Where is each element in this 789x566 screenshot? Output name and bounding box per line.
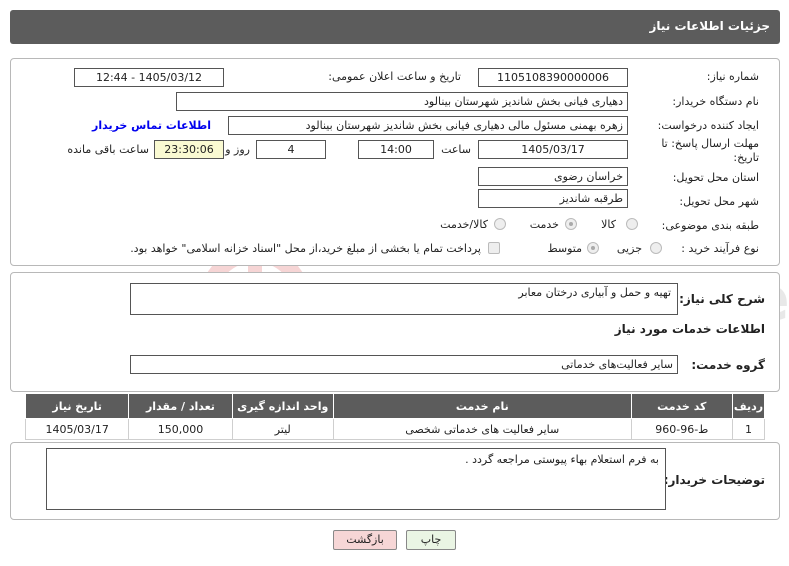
back-button[interactable]: بازگشت	[333, 530, 397, 550]
remaining-label: ساعت باقی مانده	[67, 143, 149, 156]
page-title: جزئیات اطلاعات نیاز	[649, 19, 770, 33]
col-header-quantity: تعداد / مقدار	[128, 393, 233, 419]
category-label: طبقه بندی موضوعی:	[661, 219, 759, 232]
col-header-row-number: ردیف	[731, 393, 766, 419]
days-remaining-field[interactable]: 4	[256, 140, 326, 159]
deadline-time-label: ساعت	[441, 143, 471, 156]
category-option-goods-service: کالا/خدمت	[440, 218, 488, 231]
deadline-label: مهلت ارسال پاسخ: تا تاریخ:	[661, 137, 759, 164]
buyer-notes-textarea[interactable]: به فرم استعلام بهاء پیوستی مراجعه گردد .	[46, 448, 666, 510]
cell-unit: لیتر	[231, 418, 334, 440]
process-option-medium: متوسط	[547, 242, 582, 255]
category-option-goods: کالا	[601, 218, 616, 231]
summary-label: شرح کلی نیاز:	[679, 292, 765, 306]
process-radio-medium[interactable]	[587, 242, 599, 254]
deadline-time-field[interactable]: 14:00	[358, 140, 434, 159]
services-table: ردیف کد خدمت نام خدمت واحد اندازه گیری ت…	[24, 393, 766, 440]
service-group-label: گروه خدمت:	[691, 358, 765, 372]
province-field[interactable]: خراسان رضوی	[478, 167, 628, 186]
category-radio-goods[interactable]	[626, 218, 638, 230]
need-number-label: شماره نیاز:	[706, 70, 759, 83]
creator-label: ایجاد کننده درخواست:	[657, 119, 759, 132]
need-number-field[interactable]: 1105108390000006	[478, 68, 628, 87]
process-radio-minor[interactable]	[650, 242, 662, 254]
page-header: جزئیات اطلاعات نیاز	[10, 10, 780, 44]
province-label: استان محل تحویل:	[672, 171, 759, 184]
col-header-unit: واحد اندازه گیری	[231, 393, 334, 419]
table-row[interactable]: 1 ط-96-960 سایر فعالیت های خدماتی شخصی ل…	[24, 418, 766, 440]
process-label: نوع فرآیند خرید :	[681, 242, 759, 255]
services-table-header: ردیف کد خدمت نام خدمت واحد اندازه گیری ت…	[24, 393, 766, 419]
category-radio-goods-service[interactable]	[494, 218, 506, 230]
col-header-need-date: تاریخ نیاز	[24, 393, 130, 419]
remaining-time-field[interactable]: 23:30:06	[154, 140, 224, 159]
print-button[interactable]: چاپ	[406, 530, 456, 550]
cell-service-name: سایر فعالیت های خدماتی شخصی	[332, 418, 632, 440]
services-section-title: اطلاعات خدمات مورد نیاز	[614, 322, 765, 336]
treasury-payment-checkbox[interactable]	[488, 242, 500, 254]
category-radio-service[interactable]	[565, 218, 577, 230]
treasury-payment-note: پرداخت تمام یا بخشی از مبلغ خرید،از محل …	[130, 242, 481, 255]
days-label: روز و	[225, 143, 250, 156]
process-option-minor: جزیی	[616, 242, 642, 255]
buyer-notes-label: توضیحات خریدار:	[663, 473, 765, 487]
city-field[interactable]: طرقبه شاندیز	[478, 189, 628, 208]
announce-label: تاریخ و ساعت اعلان عمومی:	[328, 70, 461, 83]
buyer-org-label: نام دستگاه خریدار:	[672, 95, 759, 108]
cell-row-number: 1	[731, 418, 766, 440]
creator-field[interactable]: زهره بهمنی مسئول مالی دهیاری فیانی بخش ش…	[228, 116, 628, 135]
service-group-field[interactable]: سایر فعالیت‌های خدماتی	[130, 355, 678, 374]
city-label: شهر محل تحویل:	[679, 195, 759, 208]
cell-quantity: 150,000	[128, 418, 233, 440]
category-option-service: خدمت	[529, 218, 559, 231]
summary-textarea[interactable]: تهیه و حمل و آبیاری درختان معابر	[130, 283, 678, 315]
cell-need-date: 1405/03/17	[24, 418, 130, 440]
contact-buyer-link[interactable]: اطلاعات تماس خریدار	[92, 119, 211, 132]
deadline-date-field[interactable]: 1405/03/17	[478, 140, 628, 159]
buyer-org-field[interactable]: دهیاری فیانی بخش شاندیز شهرستان بینالود	[176, 92, 628, 111]
cell-service-code: ط-96-960	[630, 418, 733, 440]
col-header-service-code: کد خدمت	[630, 393, 733, 419]
col-header-service-name: نام خدمت	[332, 393, 632, 419]
announce-datetime-field[interactable]: 1405/03/12 - 12:44	[74, 68, 224, 87]
